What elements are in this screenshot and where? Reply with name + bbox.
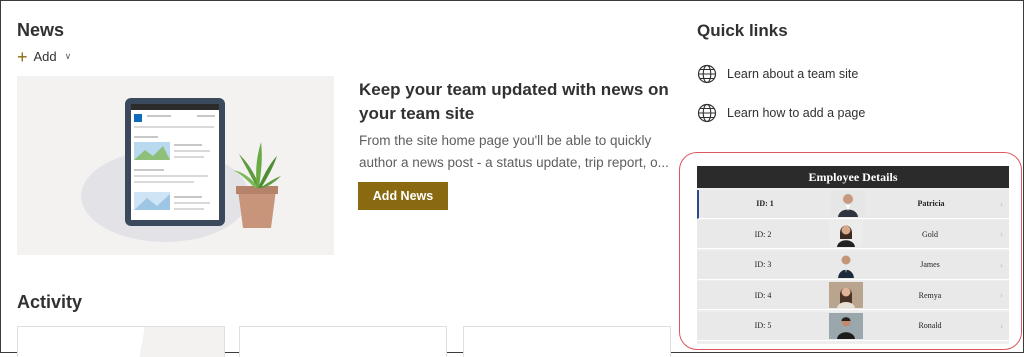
news-add-label: Add: [33, 49, 57, 64]
quick-link-label: Learn how to add a page: [727, 106, 866, 120]
activity-card[interactable]: [17, 326, 225, 357]
quick-links-title: Quick links: [697, 21, 788, 40]
activity-card[interactable]: [239, 326, 447, 357]
news-placeholder-image: [17, 76, 334, 255]
news-headline: Keep your team updated with news on your…: [359, 80, 669, 123]
news-section-title: News: [17, 20, 65, 40]
highlight-outline: [679, 152, 1022, 350]
news-add-menu[interactable]: + Add ∨: [17, 46, 72, 67]
activity-section-title: Activity: [17, 292, 83, 312]
quick-link-add-page[interactable]: Learn how to add a page: [697, 103, 865, 123]
activity-card[interactable]: [463, 326, 671, 357]
chevron-down-icon: ∨: [64, 51, 72, 61]
globe-icon: [697, 103, 717, 123]
news-description: From the site home page you'll be able t…: [359, 133, 669, 170]
plus-icon: +: [17, 46, 28, 67]
add-news-button[interactable]: Add News: [358, 182, 448, 210]
globe-icon: [697, 64, 717, 84]
quick-link-team-site[interactable]: Learn about a team site: [697, 64, 858, 84]
quick-link-label: Learn about a team site: [727, 67, 859, 81]
